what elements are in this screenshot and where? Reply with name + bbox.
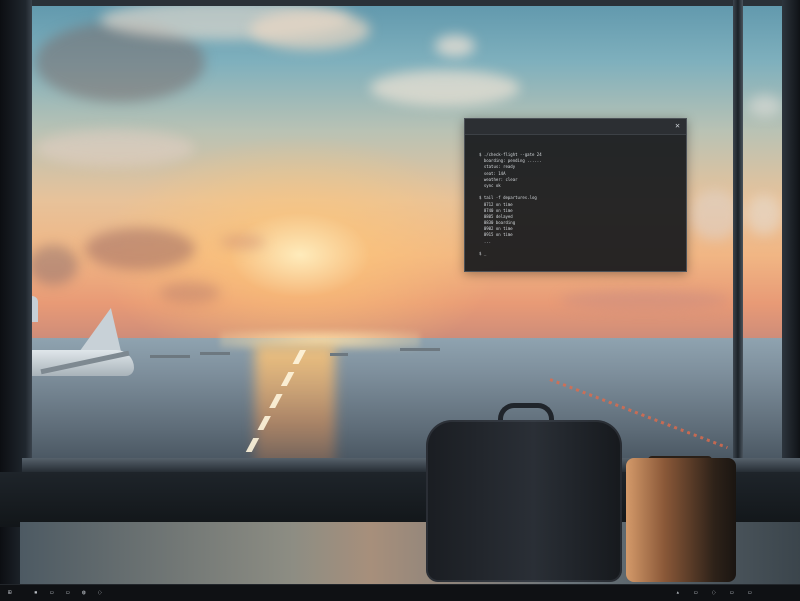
- clock-icon[interactable]: ▭: [748, 585, 752, 600]
- terminal-output[interactable]: $ ./check-flight --gate 24 boarding: pen…: [465, 135, 686, 261]
- cloud: [435, 35, 475, 57]
- taskbar: ⊞ ▪ ▭ ▭ ◍ ◌ ▴ ▭ ◌ ▭ ▭: [0, 584, 800, 601]
- suitcase: [626, 458, 736, 582]
- window-mullion: [733, 0, 743, 460]
- start-menu-icon[interactable]: ⊞: [8, 585, 12, 600]
- circle-icon[interactable]: ◌: [98, 585, 102, 600]
- backpack: [426, 420, 622, 582]
- distant-plane: [400, 348, 440, 351]
- cloud: [746, 195, 782, 235]
- distant-plane: [150, 355, 190, 358]
- tray-chevron-icon[interactable]: ▴: [676, 585, 680, 600]
- cloud: [748, 95, 782, 117]
- window-frame-top: [32, 0, 782, 6]
- cloud: [85, 228, 195, 270]
- cloud: [35, 130, 195, 166]
- terminal-window[interactable]: ✕ $ ./check-flight --gate 24 boarding: p…: [464, 118, 687, 272]
- battery-icon[interactable]: ▭: [730, 585, 734, 600]
- globe-icon[interactable]: ◍: [82, 585, 86, 600]
- terminal-app-icon[interactable]: ▪: [34, 585, 38, 600]
- terminal-line: $ _: [479, 251, 487, 256]
- close-icon[interactable]: ✕: [675, 120, 680, 132]
- cloud: [370, 70, 520, 106]
- cloud: [28, 245, 78, 285]
- cloud: [220, 235, 265, 249]
- cloud: [250, 10, 370, 50]
- airport-window-scene: [0, 0, 800, 600]
- distant-plane: [200, 352, 230, 355]
- distant-plane: [330, 353, 348, 356]
- network-icon[interactable]: ▭: [694, 585, 698, 600]
- cloud: [560, 290, 730, 310]
- window-icon[interactable]: ▭: [66, 585, 70, 600]
- window-icon[interactable]: ▭: [50, 585, 54, 600]
- volume-icon[interactable]: ◌: [712, 585, 716, 600]
- cloud: [160, 282, 220, 304]
- terminal-titlebar[interactable]: ✕: [465, 119, 686, 135]
